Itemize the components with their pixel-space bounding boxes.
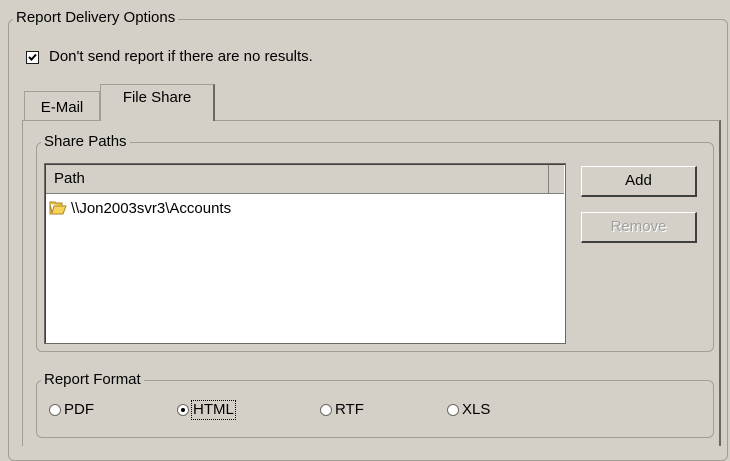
report-format-title: Report Format (41, 371, 144, 389)
column-header-filler (549, 165, 564, 194)
format-radio-xls[interactable]: XLS (447, 401, 490, 419)
checkmark-icon (28, 53, 37, 61)
tab-file-share[interactable]: File Share (100, 84, 215, 121)
add-button[interactable]: Add (581, 166, 697, 197)
tab-email[interactable]: E-Mail (24, 91, 100, 120)
no-results-checkbox[interactable] (26, 50, 39, 64)
report-delivery-options-title: Report Delivery Options (13, 9, 179, 27)
folder-icon (49, 201, 67, 215)
no-results-checkbox-label: Don't send report if there are no result… (49, 48, 313, 65)
remove-button[interactable]: Remove (581, 212, 697, 243)
share-paths-title: Share Paths (41, 133, 130, 151)
radio-html-label: HTML (191, 400, 236, 420)
radio-pdf-label: PDF (64, 401, 94, 418)
format-radio-html[interactable]: HTML (177, 400, 236, 420)
radio-html-indicator[interactable] (177, 404, 189, 416)
radio-xls-indicator[interactable] (447, 404, 459, 416)
radio-xls-label: XLS (462, 401, 491, 418)
radio-pdf-indicator[interactable] (49, 404, 61, 416)
path-column-header[interactable]: Path (46, 165, 549, 194)
radio-rtf-indicator[interactable] (320, 404, 332, 416)
list-item[interactable]: \\Jon2003svr3\Accounts (49, 198, 231, 218)
report-format-group: Report Format (36, 371, 714, 438)
no-results-checkbox-row[interactable]: Don't send report if there are no result… (26, 48, 313, 66)
format-radio-pdf[interactable]: PDF (49, 401, 94, 419)
share-path-text: \\Jon2003svr3\Accounts (71, 199, 232, 217)
radio-rtf-label: RTF (335, 401, 364, 418)
share-paths-list[interactable]: Path \\Jon2003svr3\Accounts (44, 163, 566, 344)
format-radio-rtf[interactable]: RTF (320, 401, 364, 419)
